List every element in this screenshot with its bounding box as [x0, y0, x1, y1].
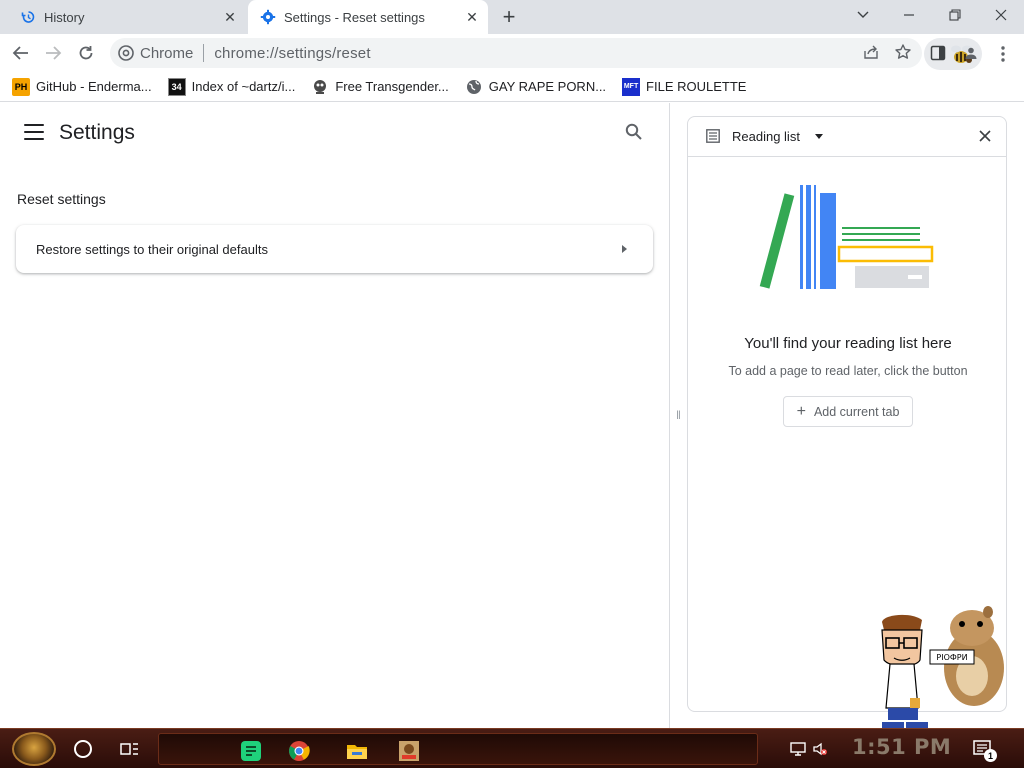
side-panel-icon — [930, 45, 946, 61]
settings-page: Settings Reset settings Restore settings… — [0, 103, 670, 728]
star-icon[interactable] — [894, 43, 912, 61]
mft-icon: MFT — [622, 77, 641, 96]
taskbar-apps — [158, 733, 758, 765]
plus-icon: + — [796, 402, 806, 420]
chrome-logo-icon — [118, 45, 134, 61]
bookmark-label: FILE ROULETTE — [646, 79, 747, 94]
chrome-app-icon[interactable] — [287, 740, 311, 762]
notification-count-badge: 1 — [984, 749, 997, 762]
toolbar: Chrome chrome://settings/reset — [0, 34, 1024, 72]
volume-muted-icon[interactable] — [812, 741, 828, 757]
taskbar: 1:51 PM 1 — [0, 728, 1024, 768]
screen: History ✕ Settings - Reset settings ✕ + — [0, 0, 1024, 768]
globe-icon — [465, 78, 483, 96]
resize-handle[interactable]: ‖ — [676, 408, 681, 422]
cortana-icon[interactable] — [74, 740, 92, 758]
add-current-tab-label: Add current tab — [813, 404, 900, 419]
back-button[interactable] — [6, 38, 36, 68]
network-icon[interactable] — [790, 741, 806, 757]
reading-list-icon — [706, 129, 720, 143]
tab-settings[interactable]: Settings - Reset settings ✕ — [248, 0, 488, 34]
bookmark-site[interactable]: Free Transgender... — [311, 78, 449, 96]
hamster-image: РІОФРИ — [929, 606, 1004, 706]
forward-button[interactable] — [38, 38, 68, 68]
ph-icon: PH — [12, 77, 30, 96]
clock-time[interactable]: 1:51 PM — [852, 735, 951, 759]
close-icon[interactable]: ✕ — [462, 7, 482, 27]
restore-icon[interactable] — [932, 0, 978, 30]
bookmark-github[interactable]: PH GitHub - Enderma... — [12, 77, 152, 96]
chrome-chip[interactable]: Chrome — [118, 45, 193, 62]
new-tab-button[interactable]: + — [498, 6, 520, 28]
arrow-right-icon — [622, 245, 627, 253]
restore-defaults-label: Restore settings to their original defau… — [36, 241, 268, 257]
panel-title[interactable]: Reading list — [732, 129, 800, 144]
gear-icon — [260, 9, 276, 25]
bookmark-site-icon — [311, 78, 329, 96]
dropdown-caret-icon[interactable] — [815, 134, 823, 139]
file-explorer-icon[interactable] — [345, 740, 369, 762]
reading-list-illustration — [759, 185, 934, 289]
bookmark-label: GitHub - Enderma... — [36, 79, 152, 94]
profile-button[interactable] — [924, 38, 982, 70]
chip-label: Chrome — [140, 44, 194, 62]
history-icon — [20, 9, 36, 25]
close-icon[interactable]: ✕ — [220, 7, 240, 27]
omnibox-actions — [862, 43, 912, 61]
bookmark-label: Index of ~dartz/i... — [191, 79, 296, 94]
empty-state-subtitle: To add a page to read later, click the b… — [728, 364, 968, 378]
section-title: Reset settings — [17, 191, 106, 207]
tab-search-icon[interactable] — [840, 0, 886, 30]
bookmark-index[interactable]: 34 Index of ~dartz/i... — [167, 77, 296, 96]
close-window-icon[interactable] — [978, 0, 1024, 30]
tab-title: Settings - Reset settings — [284, 9, 425, 25]
add-current-tab-button[interactable]: + Add current tab — [783, 396, 913, 427]
task-view-icon[interactable] — [120, 740, 140, 758]
bookmark-file-roulette[interactable]: MFT FILE ROULETTE — [622, 77, 747, 96]
bookmark-label: Free Transgender... — [335, 79, 449, 94]
close-icon[interactable] — [978, 129, 992, 143]
more-menu-icon[interactable] — [992, 42, 1014, 66]
panel-header: Reading list — [688, 117, 1006, 157]
notes-app-icon[interactable] — [239, 740, 263, 762]
profile-person-icon — [965, 47, 977, 59]
divider — [203, 44, 205, 62]
tab-strip: History ✕ Settings - Reset settings ✕ + — [0, 0, 1024, 34]
index-icon: 34 — [167, 77, 186, 96]
hamster-sign-text: РІОФРИ — [936, 653, 967, 662]
minimize-icon[interactable] — [886, 0, 932, 30]
menu-icon[interactable] — [24, 124, 44, 140]
bookmarks-bar: PH GitHub - Enderma... 34 Index of ~dart… — [0, 72, 1024, 102]
share-icon[interactable] — [862, 43, 880, 61]
address-bar[interactable]: Chrome chrome://settings/reset — [110, 38, 922, 68]
bookmark-label: GAY RAPE PORN... — [488, 79, 607, 94]
reload-button[interactable] — [71, 38, 101, 68]
game-app-icon[interactable] — [397, 740, 421, 762]
tab-history[interactable]: History ✕ — [8, 0, 246, 34]
restore-defaults-row[interactable]: Restore settings to their original defau… — [16, 225, 653, 273]
url-text[interactable]: chrome://settings/reset — [214, 45, 370, 62]
start-button[interactable] — [12, 732, 56, 766]
bookmark-globe[interactable]: GAY RAPE PORN... — [465, 78, 606, 96]
tab-title: History — [44, 9, 85, 25]
page-title: Settings — [59, 121, 135, 144]
empty-state-title: You'll find your reading list here — [744, 335, 952, 352]
search-icon[interactable] — [624, 122, 644, 142]
